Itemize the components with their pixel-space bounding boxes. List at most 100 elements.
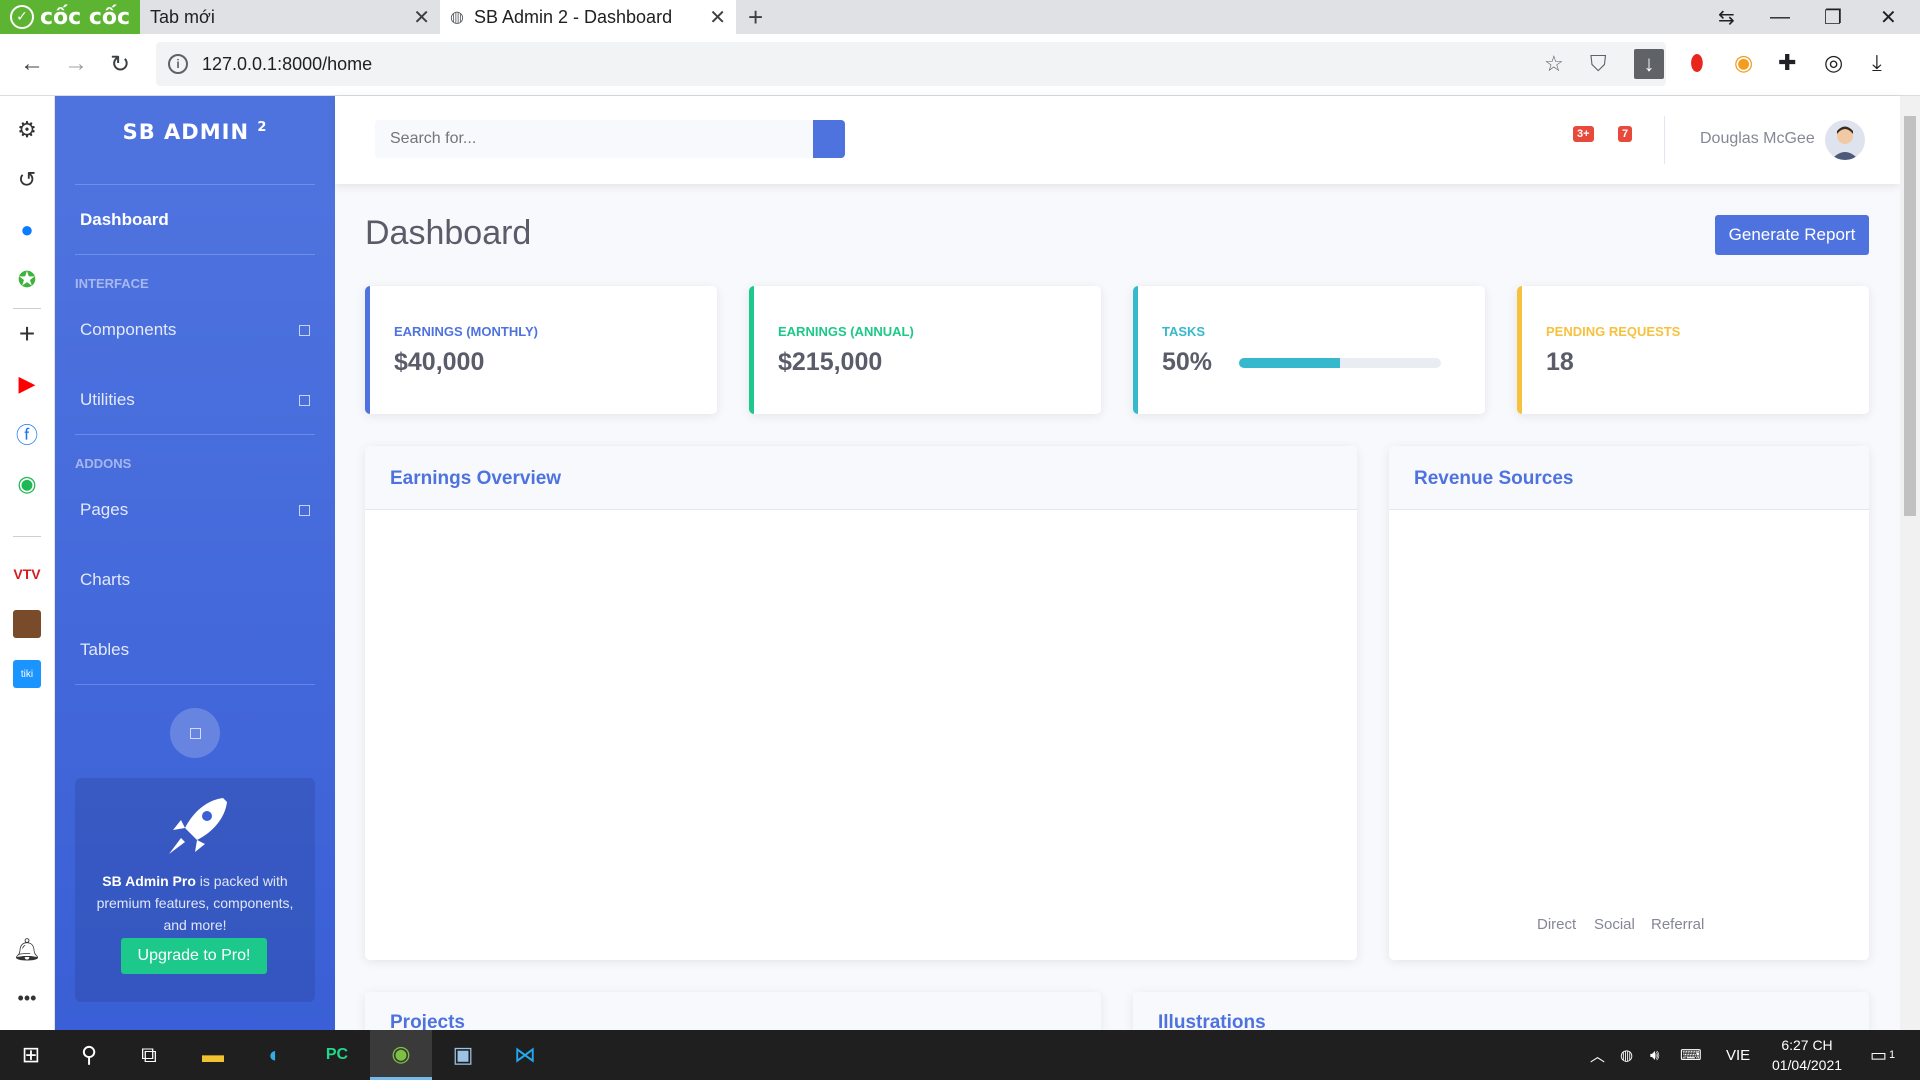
- puzzle-icon[interactable]: ✚: [1778, 50, 1796, 76]
- add-app-icon[interactable]: +: [13, 318, 41, 349]
- info-icon[interactable]: i: [168, 54, 188, 74]
- settings-icon[interactable]: ⚙: [13, 116, 41, 144]
- volume-icon[interactable]: 🔊︎: [1650, 1030, 1659, 1080]
- file-explorer-icon[interactable]: ▬: [182, 1030, 244, 1080]
- stat-value: $215,000: [778, 348, 883, 376]
- windows-start-icon[interactable]: ⊞: [0, 1030, 62, 1080]
- upgrade-button[interactable]: Upgrade to Pro!: [121, 938, 267, 974]
- sidebar-item-components[interactable]: Components: [80, 320, 320, 340]
- bell-icon[interactable]: 🔔︎: [13, 936, 41, 964]
- chevron-right-icon: [299, 394, 310, 406]
- coccoc-logo-icon: ✓: [10, 5, 34, 29]
- spotify-icon[interactable]: ◉: [13, 470, 41, 498]
- browser-tab-bar: ✓ cốc cốc Tab mới ✕ ◍ SB Admin 2 - Dashb…: [0, 0, 1920, 34]
- close-window-button[interactable]: ✕: [1880, 0, 1897, 34]
- tab-search-icon[interactable]: ⇆: [1718, 0, 1735, 34]
- back-button[interactable]: ←: [20, 50, 44, 78]
- game-app-icon[interactable]: [13, 610, 41, 638]
- chevron-left-icon: [189, 727, 201, 739]
- user-name[interactable]: Douglas McGee: [1700, 130, 1815, 148]
- keyboard-icon[interactable]: ⌨: [1680, 1030, 1702, 1080]
- tiki-icon[interactable]: tiki: [13, 660, 41, 688]
- shield-icon[interactable]: ⛉: [1590, 42, 1607, 86]
- sidebar-item-tables[interactable]: Tables: [80, 640, 320, 660]
- stat-card-earnings-monthly: EARNINGS (MONTHLY) $40,000: [365, 286, 717, 414]
- messenger-icon[interactable]: ●: [13, 216, 41, 244]
- legend-direct[interactable]: Direct: [1537, 916, 1576, 933]
- facebook-icon[interactable]: ⓕ: [13, 420, 41, 448]
- notification-center-icon[interactable]: ▭ 1: [1870, 1030, 1895, 1080]
- download-page-icon[interactable]: ↓: [1634, 49, 1664, 79]
- more-icon[interactable]: •••: [13, 984, 41, 1012]
- card-header: Revenue Sources: [1389, 446, 1869, 510]
- address-bar: ← → ↻ i 127.0.0.1:8000/home ☆ ⛉ ↓ ⬮ ◉ ✚ …: [0, 34, 1920, 96]
- task-view-icon[interactable]: ⧉: [118, 1030, 180, 1080]
- stat-value: 50%: [1162, 348, 1213, 376]
- url-text: 127.0.0.1:8000/home: [202, 53, 373, 74]
- browser-side-rail: ⚙ ↺ ● ✪ + ▶ ⓕ ◉ VTV tiki 🔔︎ •••: [0, 96, 55, 1030]
- earnings-overview-card: Earnings Overview: [365, 446, 1357, 960]
- downloads-icon[interactable]: ⤓: [1872, 50, 1882, 76]
- url-field[interactable]: i 127.0.0.1:8000/home ☆ ⛉ ↓: [156, 42, 1666, 86]
- globe-icon: ◍: [450, 9, 464, 26]
- extension-icon[interactable]: ◉: [1734, 50, 1753, 76]
- chevron-right-icon: [299, 324, 310, 336]
- search-button[interactable]: [813, 120, 845, 158]
- page-scrollbar[interactable]: [1900, 96, 1920, 1030]
- star-icon[interactable]: ☆: [1544, 42, 1564, 86]
- tray-chevron-icon[interactable]: ︿: [1590, 1030, 1605, 1080]
- legend-social[interactable]: Social: [1594, 916, 1635, 933]
- close-icon[interactable]: ✕: [413, 5, 430, 30]
- browser-logo[interactable]: ✓ cốc cốc: [0, 0, 140, 34]
- minimize-button[interactable]: —: [1770, 0, 1790, 34]
- pycharm-icon[interactable]: PC: [306, 1030, 368, 1080]
- profile-icon[interactable]: ◎: [1824, 50, 1843, 76]
- sidebar-item-label: Charts: [80, 570, 131, 589]
- vscode-icon[interactable]: ⋈: [494, 1030, 556, 1080]
- clock-date: 01/04/2021: [1771, 1057, 1843, 1073]
- generate-report-button[interactable]: Generate Report: [1715, 215, 1869, 255]
- system-clock[interactable]: 6:27 CH 01/04/2021: [1762, 1035, 1852, 1075]
- promo-bold: SB Admin Pro: [102, 873, 196, 889]
- messages-badge[interactable]: 7: [1618, 126, 1633, 142]
- history-icon[interactable]: ↺: [13, 166, 41, 194]
- reload-button[interactable]: ↻: [110, 50, 130, 79]
- sidebar-brand[interactable]: SB ADMIN 2: [55, 120, 335, 144]
- game-icon[interactable]: ✪: [13, 266, 41, 294]
- youtube-icon[interactable]: ▶: [13, 370, 41, 398]
- sidebar-item-pages[interactable]: Pages: [80, 500, 320, 520]
- restore-button[interactable]: ❐: [1824, 0, 1842, 34]
- scrollbar-thumb[interactable]: [1904, 116, 1916, 516]
- stat-card-pending-requests: PENDING REQUESTS 18: [1517, 286, 1869, 414]
- sidebar-item-dashboard[interactable]: Dashboard: [80, 210, 320, 230]
- sidebar-item-utilities[interactable]: Utilities: [80, 390, 320, 410]
- sidebar-item-charts[interactable]: Charts: [80, 570, 320, 590]
- network-icon[interactable]: ◍: [1620, 1030, 1633, 1080]
- coccoc-taskbar-icon[interactable]: ◉: [370, 1030, 432, 1080]
- language-indicator[interactable]: VIE: [1726, 1030, 1750, 1080]
- opera-extension-icon[interactable]: ⬮: [1690, 50, 1704, 76]
- edge-icon[interactable]: ◐: [244, 1030, 306, 1080]
- promo-card: SB Admin Pro is packed with premium feat…: [75, 778, 315, 1002]
- avatar[interactable]: [1825, 120, 1865, 160]
- tab-new[interactable]: Tab mới ✕: [140, 0, 440, 34]
- alerts-badge[interactable]: 3+: [1573, 126, 1594, 142]
- sidebar-toggle-button[interactable]: [170, 708, 220, 758]
- sidebar-item-label: Utilities: [80, 390, 135, 409]
- card-title: Earnings Overview: [390, 468, 562, 489]
- tasks-progress-bar: [1239, 358, 1441, 368]
- stat-card-earnings-annual: EARNINGS (ANNUAL) $215,000: [749, 286, 1101, 414]
- vtv-icon[interactable]: VTV: [13, 560, 41, 588]
- search-icon[interactable]: ⚲: [58, 1030, 120, 1080]
- sidebar-heading-interface: INTERFACE: [75, 276, 149, 291]
- tab-dashboard[interactable]: ◍ SB Admin 2 - Dashboard ✕: [440, 0, 736, 34]
- new-tab-button[interactable]: +: [748, 2, 763, 33]
- stat-value: $40,000: [394, 348, 485, 376]
- forward-button[interactable]: →: [64, 50, 88, 78]
- legend-referral[interactable]: Referral: [1651, 916, 1704, 933]
- close-icon[interactable]: ✕: [709, 5, 726, 30]
- brand-text: SB ADMIN: [122, 120, 250, 144]
- app-window-icon[interactable]: ▣: [432, 1030, 494, 1080]
- search-input[interactable]: [375, 120, 807, 158]
- promo-text: SB Admin Pro is packed with premium feat…: [87, 870, 303, 936]
